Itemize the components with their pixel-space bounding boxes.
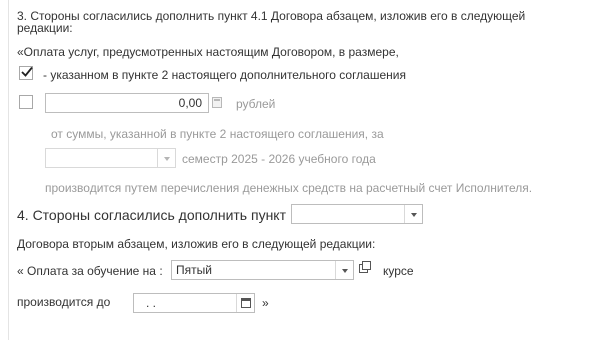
- point-dropdown-button[interactable]: [404, 205, 422, 223]
- payment-method-text: производится путем перечисления денежных…: [45, 181, 533, 195]
- open-form-icon: [359, 261, 371, 273]
- calculator-button[interactable]: [209, 93, 227, 113]
- clause4-second-para-text: Договора вторым абзацем, изложив его в с…: [17, 237, 376, 251]
- closing-quote: »: [262, 296, 269, 310]
- semester-dropdown-button[interactable]: [157, 149, 175, 167]
- clause4-title: 4. Стороны согласились дополнить пункт :: [17, 207, 294, 223]
- chevron-down-icon: [164, 157, 170, 161]
- chevron-down-icon: [342, 269, 348, 273]
- checkmark-icon: [21, 66, 33, 77]
- amount-input[interactable]: 0,00: [45, 93, 209, 113]
- calendar-icon: [241, 298, 251, 308]
- calendar-button[interactable]: [236, 294, 254, 312]
- due-date-value: . .: [146, 296, 157, 310]
- due-date-input[interactable]: . .: [133, 293, 255, 313]
- chevron-down-icon: [411, 213, 417, 217]
- course-select[interactable]: Пятый: [171, 260, 354, 280]
- form-left-border: [8, 0, 9, 340]
- clause3-text-line2: редакции:: [17, 21, 73, 35]
- course-value: Пятый: [176, 263, 212, 277]
- amount-value: 0,00: [178, 96, 202, 110]
- currency-label: рублей: [236, 97, 276, 111]
- course-open-button[interactable]: [355, 260, 373, 280]
- semester-select[interactable]: [45, 148, 176, 168]
- clause3-text-line1: 3. Стороны согласились дополнить пункт 4…: [17, 9, 526, 23]
- option1-label: - указанном в пункте 2 настоящего дополн…: [43, 68, 406, 82]
- option2-checkbox[interactable]: [19, 95, 33, 109]
- clause3-quote-line: «Оплата услуг, предусмотренных настоящим…: [17, 45, 399, 59]
- clause4-point-select[interactable]: [291, 204, 423, 224]
- semester-label: семестр 2025 - 2026 учебного года: [182, 152, 376, 166]
- option1-checkbox[interactable]: [19, 66, 33, 80]
- calculator-icon: [212, 97, 222, 108]
- due-date-prefix: производится до: [17, 295, 111, 309]
- course-dropdown-button[interactable]: [335, 261, 353, 279]
- course-payment-prefix: « Оплата за обучение на :: [17, 264, 163, 278]
- from-sum-text: от суммы, указанной в пункте 2 настоящег…: [51, 127, 384, 141]
- course-suffix: курсе: [383, 264, 414, 278]
